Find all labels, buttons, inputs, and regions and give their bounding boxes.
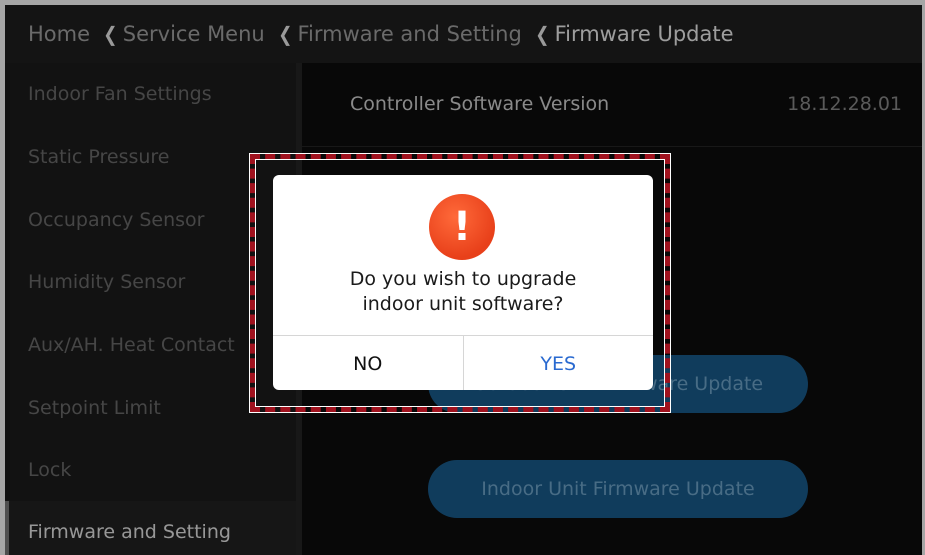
dialog-message-line1: Do you wish to upgrade — [349, 268, 577, 290]
dialog-message-line2: indoor unit software? — [362, 293, 564, 315]
confirm-dialog: ! Do you wish to upgrade indoor unit sof… — [273, 175, 653, 390]
dialog-message: Do you wish to upgrade indoor unit softw… — [273, 267, 653, 317]
exclamation-alert-icon: ! — [429, 194, 495, 260]
no-button[interactable]: NO — [273, 336, 464, 390]
dialog-buttons: NO YES — [273, 335, 653, 390]
yes-button[interactable]: YES — [464, 336, 654, 390]
